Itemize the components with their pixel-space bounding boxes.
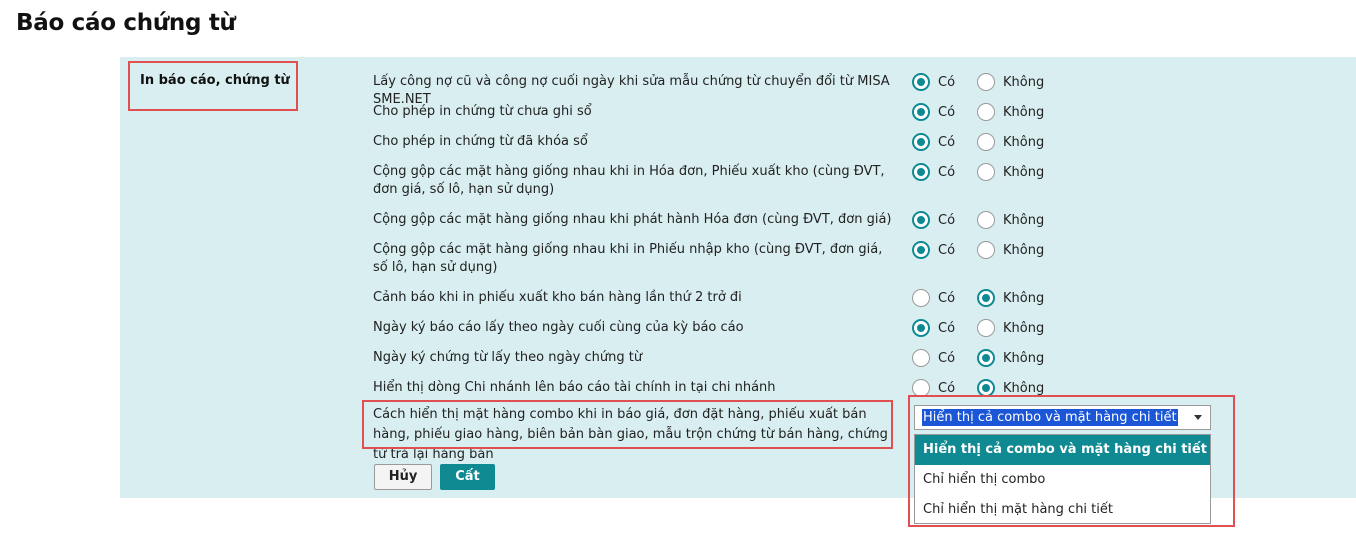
radio-no[interactable] [977,73,995,91]
option-no[interactable]: Không [977,211,1044,229]
setting-label: Cho phép in chứng từ đã khóa sổ [373,134,588,149]
option-no-label: Không [1003,104,1045,120]
cancel-button[interactable]: Hủy [374,464,432,490]
option-no[interactable]: Không [977,73,1044,91]
option-yes-label: Có [938,350,956,366]
setting-label: Cảnh báo khi in phiếu xuất kho bán hàng … [373,290,742,305]
setting-label: Cộng gộp các mặt hàng giống nhau khi phá… [373,212,892,227]
setting-label: Cộng gộp các mặt hàng giống nhau khi in … [373,242,883,275]
option-yes-label: Có [938,242,956,258]
radio-yes[interactable] [912,349,930,367]
save-button[interactable]: Cất [440,464,495,490]
radio-no[interactable] [977,163,995,181]
radio-yes[interactable] [912,241,930,259]
option-yes-label: Có [938,380,956,396]
radio-no[interactable] [977,133,995,151]
radio-no[interactable] [977,349,995,367]
option-no[interactable]: Không [977,241,1044,259]
option-no-label: Không [1003,350,1045,366]
option-no[interactable]: Không [977,133,1044,151]
highlight-box [362,400,893,449]
option-no[interactable]: Không [977,319,1044,337]
setting-label: Hiển thị dòng Chi nhánh lên báo cáo tài … [373,380,776,395]
option-yes[interactable]: Có [912,103,955,121]
option-yes-label: Có [938,164,956,180]
option-no[interactable]: Không [977,289,1044,307]
option-no-label: Không [1003,320,1045,336]
option-yes[interactable]: Có [912,289,955,307]
radio-yes[interactable] [912,211,930,229]
option-yes-label: Có [938,74,956,90]
radio-yes[interactable] [912,133,930,151]
setting-label: Ngày ký chứng từ lấy theo ngày chứng từ [373,350,643,365]
radio-no[interactable] [977,241,995,259]
radio-yes[interactable] [912,319,930,337]
option-yes[interactable]: Có [912,349,955,367]
option-no[interactable]: Không [977,163,1044,181]
option-yes[interactable]: Có [912,241,955,259]
radio-yes[interactable] [912,73,930,91]
radio-no[interactable] [977,289,995,307]
option-yes[interactable]: Có [912,163,955,181]
highlight-box [128,61,298,111]
option-no-label: Không [1003,164,1045,180]
option-no-label: Không [1003,380,1045,396]
highlight-box [908,395,1235,527]
option-no-label: Không [1003,74,1045,90]
setting-label: Cộng gộp các mặt hàng giống nhau khi in … [373,164,885,197]
radio-yes[interactable] [912,163,930,181]
radio-no[interactable] [977,211,995,229]
option-yes-label: Có [938,104,956,120]
option-yes-label: Có [938,290,956,306]
radio-yes[interactable] [912,103,930,121]
option-no-label: Không [1003,134,1045,150]
option-yes-label: Có [938,212,956,228]
radio-no[interactable] [977,319,995,337]
option-yes[interactable]: Có [912,133,955,151]
option-yes[interactable]: Có [912,319,955,337]
option-no-label: Không [1003,212,1045,228]
option-yes[interactable]: Có [912,211,955,229]
radio-no[interactable] [977,103,995,121]
page-title: Báo cáo chứng từ [16,10,236,36]
option-yes[interactable]: Có [912,73,955,91]
setting-label: Ngày ký báo cáo lấy theo ngày cuối cùng … [373,320,744,335]
option-yes-label: Có [938,134,956,150]
option-no[interactable]: Không [977,103,1044,121]
option-no-label: Không [1003,290,1045,306]
setting-label: Cho phép in chứng từ chưa ghi sổ [373,104,592,119]
radio-yes[interactable] [912,289,930,307]
option-yes-label: Có [938,320,956,336]
option-no[interactable]: Không [977,349,1044,367]
option-no-label: Không [1003,242,1045,258]
